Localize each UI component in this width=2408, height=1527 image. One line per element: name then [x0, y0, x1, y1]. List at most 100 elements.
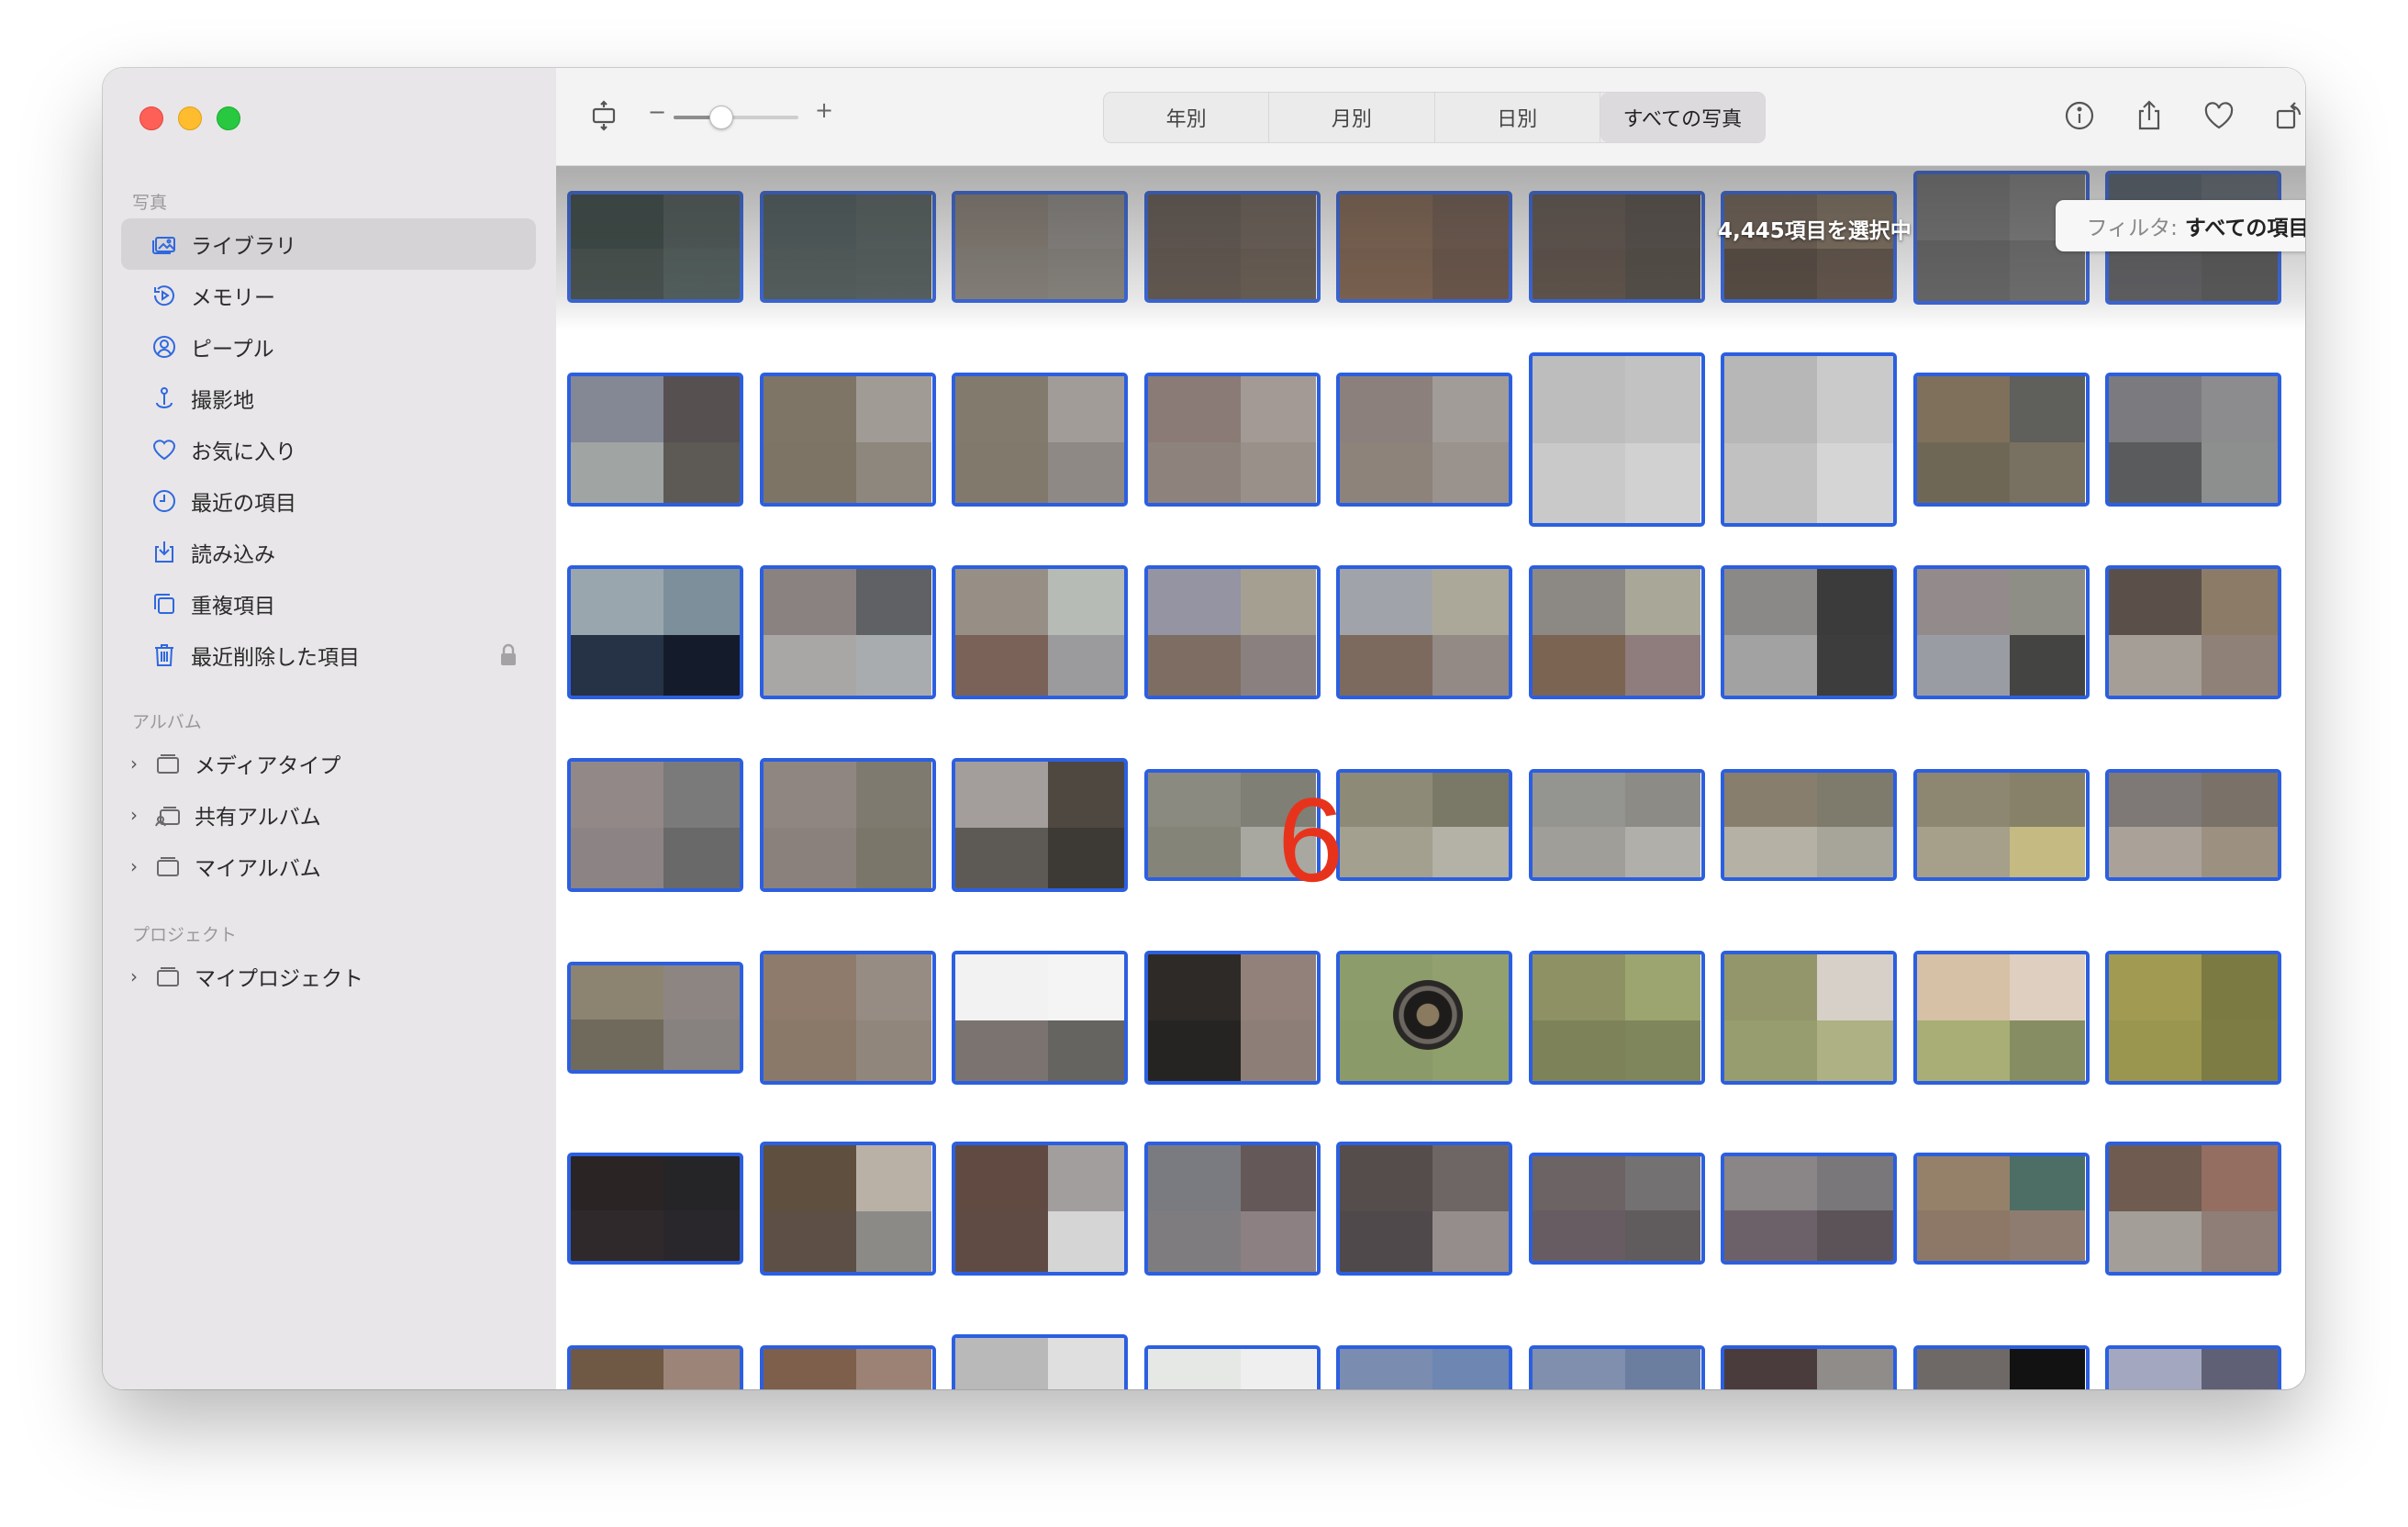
photo-thumbnail[interactable] [567, 962, 743, 1074]
photo-thumbnail[interactable] [1143, 191, 1321, 303]
photo-thumbnail[interactable] [1336, 373, 1512, 507]
photo-thumbnail[interactable] [2105, 373, 2281, 507]
zoom-slider[interactable] [674, 106, 798, 129]
photo-thumbnail[interactable] [1336, 951, 1512, 1085]
sidebar-item-my-albums[interactable]: › マイアルバム [121, 841, 536, 892]
sidebar-item-recents[interactable]: 最近の項目 [121, 475, 536, 527]
photo-thumbnail[interactable] [1336, 565, 1512, 699]
photo-thumbnail[interactable] [952, 1142, 1128, 1276]
photo-thumbnail[interactable] [567, 565, 743, 699]
zoom-in-button[interactable]: + [815, 97, 833, 123]
photo-thumbnail[interactable] [1721, 951, 1897, 1085]
photo-thumbnail[interactable] [567, 758, 743, 892]
photo-region [855, 1349, 932, 1389]
sidebar-item-media-types[interactable]: › メディアタイプ [121, 738, 536, 789]
photo-thumbnail[interactable] [759, 1345, 936, 1389]
photo-thumbnail[interactable] [567, 191, 743, 303]
sidebar-item-favorites[interactable]: お気に入り [121, 424, 536, 475]
zoom-slider-knob[interactable] [709, 106, 734, 129]
fullscreen-window-button[interactable] [217, 106, 240, 130]
sidebar-item-shared-albums[interactable]: › 共有アルバム [121, 789, 536, 841]
photo-thumbnail[interactable] [1143, 565, 1321, 699]
tab-days[interactable]: 日別 [1435, 93, 1600, 142]
photo-thumbnail[interactable] [1143, 1142, 1321, 1276]
photo-thumbnail[interactable] [567, 1345, 743, 1389]
photo-thumbnail[interactable] [2105, 951, 2281, 1085]
photo-thumbnail[interactable] [1528, 769, 1705, 881]
photo-thumbnail[interactable] [567, 373, 743, 507]
photo-thumbnail[interactable] [952, 565, 1128, 699]
photo-thumbnail[interactable] [2105, 1345, 2281, 1389]
info-button[interactable] [2061, 97, 2098, 134]
photo-thumbnail[interactable] [1528, 951, 1705, 1085]
photo-thumbnail[interactable] [1912, 565, 2090, 699]
zoom-out-button[interactable]: − [648, 99, 666, 125]
sidebar-item-places[interactable]: 撮影地 [121, 373, 536, 424]
filter-dropdown[interactable]: フィルタ: すべての項目 [2056, 200, 2305, 251]
tab-months[interactable]: 月別 [1269, 93, 1435, 142]
photo-thumbnail[interactable] [1528, 191, 1705, 303]
photo-thumbnail[interactable] [1721, 769, 1897, 881]
minimize-window-button[interactable] [178, 106, 202, 130]
photo-region [2009, 569, 2086, 635]
rotate-button[interactable] [2270, 97, 2305, 134]
photo-thumbnail[interactable] [1721, 1153, 1897, 1265]
chevron-right-icon[interactable]: › [130, 804, 147, 826]
chevron-right-icon[interactable]: › [130, 855, 147, 877]
photo-thumbnail[interactable] [567, 1153, 743, 1265]
photo-thumbnail[interactable] [2105, 1142, 2281, 1276]
photo-thumbnail[interactable] [1528, 1345, 1705, 1389]
photo-thumbnail[interactable] [2105, 769, 2281, 881]
photo-thumbnail[interactable] [759, 565, 936, 699]
photo-thumbnail[interactable] [759, 758, 936, 892]
chevron-right-icon[interactable]: › [130, 965, 147, 987]
sidebar-item-library[interactable]: ライブラリ [121, 218, 536, 270]
photo-thumbnail[interactable] [1721, 565, 1897, 699]
sidebar-item-my-projects[interactable]: › マイプロジェクト [121, 951, 536, 1002]
sidebar-item-memories[interactable]: メモリー [121, 270, 536, 321]
photo-thumbnail[interactable] [1912, 373, 2090, 507]
photo-thumbnail[interactable] [759, 951, 936, 1085]
photo-thumbnail[interactable] [1336, 769, 1512, 881]
photo-region [1048, 827, 1124, 888]
photo-region [2202, 1349, 2278, 1389]
photo-thumbnail[interactable] [1912, 1153, 2090, 1265]
photo-thumbnail[interactable] [1143, 373, 1321, 507]
photo-thumbnail[interactable] [1143, 951, 1321, 1085]
photo-thumbnail[interactable] [1721, 1345, 1897, 1389]
photo-thumbnail[interactable] [2105, 565, 2281, 699]
photo-thumbnail[interactable] [1721, 191, 1897, 303]
sidebar-item-recently-deleted[interactable]: 最近削除した項目 [121, 630, 536, 681]
photo-thumbnail[interactable] [1912, 769, 2090, 881]
photo-thumbnail[interactable] [759, 1142, 936, 1276]
photo-thumbnail[interactable] [1336, 191, 1512, 303]
favorite-button[interactable] [2201, 97, 2237, 134]
close-window-button[interactable] [139, 106, 163, 130]
photo-thumbnail[interactable] [1336, 1345, 1512, 1389]
photo-thumbnail[interactable] [1912, 951, 2090, 1085]
photo-thumbnail[interactable] [952, 951, 1128, 1085]
chevron-right-icon[interactable]: › [130, 752, 147, 775]
photo-thumbnail[interactable] [759, 191, 936, 303]
photo-thumbnail[interactable] [1528, 565, 1705, 699]
photo-region [2009, 827, 2086, 877]
sidebar-item-imports[interactable]: 読み込み [121, 527, 536, 578]
photo-thumbnail[interactable] [1143, 1345, 1321, 1389]
sidebar-item-people[interactable]: ピープル [121, 321, 536, 373]
photo-thumbnail[interactable] [1336, 1142, 1512, 1276]
photo-thumbnail[interactable] [952, 1334, 1128, 1389]
tab-years[interactable]: 年別 [1104, 93, 1270, 142]
photo-region [571, 827, 664, 888]
photo-thumbnail[interactable] [1528, 352, 1705, 527]
photo-thumbnail[interactable] [952, 191, 1128, 303]
sidebar-item-duplicates[interactable]: 重複項目 [121, 578, 536, 630]
photo-thumbnail[interactable] [1721, 352, 1897, 527]
aspect-toggle-button[interactable] [585, 97, 622, 134]
photo-thumbnail[interactable] [952, 758, 1128, 892]
photo-thumbnail[interactable] [759, 373, 936, 507]
share-button[interactable] [2131, 97, 2168, 134]
tab-all-photos[interactable]: すべての写真 [1600, 93, 1765, 142]
photo-thumbnail[interactable] [1528, 1153, 1705, 1265]
photo-thumbnail[interactable] [1912, 1345, 2090, 1389]
photo-thumbnail[interactable] [952, 373, 1128, 507]
